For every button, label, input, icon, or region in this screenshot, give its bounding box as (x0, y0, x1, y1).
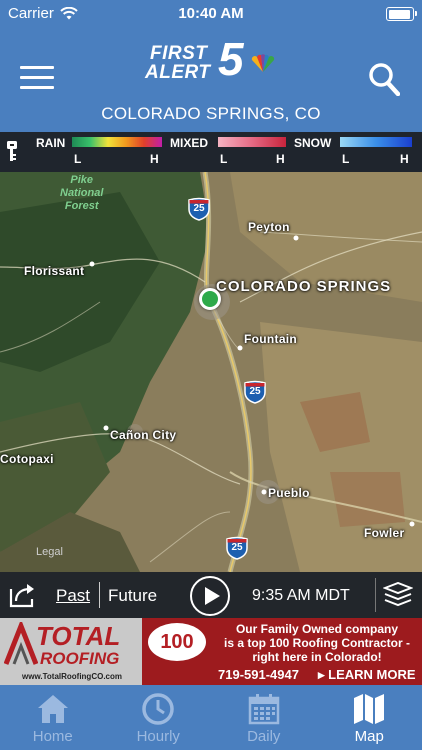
past-toggle[interactable]: Past (56, 586, 90, 606)
tab-bar: Home Hourly Daily Map (0, 685, 422, 750)
logo-line1: FIRST (150, 43, 208, 64)
satellite-map-background (0, 172, 422, 572)
map-icon (354, 694, 385, 724)
legend-rain-bar (72, 137, 162, 147)
current-location-marker[interactable] (199, 288, 221, 310)
clock-icon (142, 693, 174, 725)
status-bar: Carrier 10:40 AM (0, 0, 422, 28)
key-icon[interactable] (6, 140, 18, 162)
legend-snow-high: H (400, 152, 409, 166)
highway-shield: 25 (226, 536, 248, 560)
ad-url: www.TotalRoofingCO.com (22, 672, 122, 681)
highway-number: 25 (249, 386, 261, 397)
legend-rain-low: L (74, 152, 82, 166)
tab-hourly[interactable]: Hourly (106, 685, 212, 750)
layers-icon[interactable] (383, 582, 413, 608)
forest-line3: Forest (64, 200, 99, 212)
legend-mixed-low: L (220, 152, 228, 166)
legend-mixed-high: H (276, 152, 285, 166)
home-icon (37, 695, 68, 723)
ad-tagline-line1: Our Family Owned company (235, 622, 399, 636)
first-alert-5-logo: FIRST ALERT 5 (140, 36, 280, 98)
location-title: COLORADO SPRINGS, CO (101, 104, 321, 123)
battery-icon (386, 7, 417, 21)
city-fowler: Fowler (364, 526, 405, 540)
tab-home-label: Home (32, 728, 73, 745)
ad-top100-badge: 100 (148, 623, 206, 661)
tab-daily[interactable]: Daily (211, 685, 317, 750)
ad-brand-line2: ROOFING (40, 649, 120, 668)
legend-rain-high: H (150, 152, 159, 166)
precip-legend: RAIN L H MIXED L H SNOW L H (0, 132, 422, 172)
ad-tagline-line3: right here in Colorado! (252, 650, 382, 664)
city-fountain: Fountain (244, 332, 298, 346)
layers-divider (375, 578, 376, 612)
forest-label: Pike National Forest (60, 174, 103, 213)
future-toggle[interactable]: Future (108, 586, 157, 606)
peacock-icon (251, 54, 275, 72)
legend-snow-bar (340, 137, 412, 147)
city-colorado-springs: COLORADO SPRINGS (216, 278, 392, 295)
highway-shield: 25 (244, 380, 266, 404)
city-pueblo: Pueblo (268, 486, 310, 500)
roof-logo-icon (4, 622, 38, 665)
legend-snow-low: L (342, 152, 350, 166)
status-time: 10:40 AM (178, 5, 244, 22)
ad-brand-line1: TOTAL (36, 621, 121, 651)
tab-daily-label: Daily (247, 728, 281, 745)
legal-link[interactable]: Legal (36, 546, 63, 558)
ad-learn-more-label: LEARN MORE (328, 667, 416, 682)
city-peyton: Peyton (248, 220, 290, 234)
ad-phone: 719-591-4947 (218, 667, 299, 682)
legend-mixed-bar (218, 137, 286, 147)
ad-tagline: Our Family Owned company is a top 100 Ro… (212, 622, 422, 664)
radar-playback-bar: Past Future 9:35 AM MDT (0, 572, 422, 618)
radar-timestamp: 9:35 AM MDT (252, 587, 350, 604)
search-button[interactable] (368, 62, 401, 97)
tab-map-label: Map (354, 728, 384, 745)
share-icon[interactable] (8, 581, 38, 609)
highway-number: 25 (231, 542, 243, 553)
city-canon-city: Cañon City (110, 428, 177, 442)
logo-text: FIRST ALERT (145, 43, 210, 82)
playback-divider (99, 582, 100, 608)
menu-button[interactable] (20, 66, 54, 90)
highway-number: 25 (193, 203, 205, 214)
search-icon (369, 63, 401, 97)
tab-hourly-label: Hourly (136, 728, 180, 745)
legend-rain-label: RAIN (36, 136, 66, 150)
forest-line1: Pike (70, 174, 94, 186)
calendar-icon (248, 694, 279, 725)
city-cotopaxi: Cotopaxi (0, 452, 54, 466)
ad-banner[interactable]: TOTAL ROOFING www.TotalRoofingCO.com 100… (0, 618, 422, 685)
app-header: FIRST ALERT 5 COLORADO SPRINGS, CO (0, 28, 422, 132)
highway-shield: 25 (188, 197, 210, 221)
ad-logo-panel: TOTAL ROOFING www.TotalRoofingCO.com (0, 618, 142, 685)
logo-line2: ALERT (145, 62, 211, 83)
forest-line2: National (60, 187, 104, 199)
tab-map[interactable]: Map (317, 685, 422, 750)
radar-map[interactable]: Pike National Forest Peyton Florissant C… (0, 172, 422, 572)
ad-learn-more[interactable]: ▸ LEARN MORE (318, 667, 416, 683)
tab-home[interactable]: Home (0, 685, 106, 750)
play-button[interactable] (190, 576, 230, 616)
ad-tagline-line2: is a top 100 Roofing Contractor - (223, 636, 410, 650)
legend-mixed-label: MIXED (170, 136, 209, 150)
logo-number: 5 (218, 33, 244, 85)
city-florissant: Florissant (24, 264, 85, 278)
legend-snow-label: SNOW (294, 136, 332, 150)
